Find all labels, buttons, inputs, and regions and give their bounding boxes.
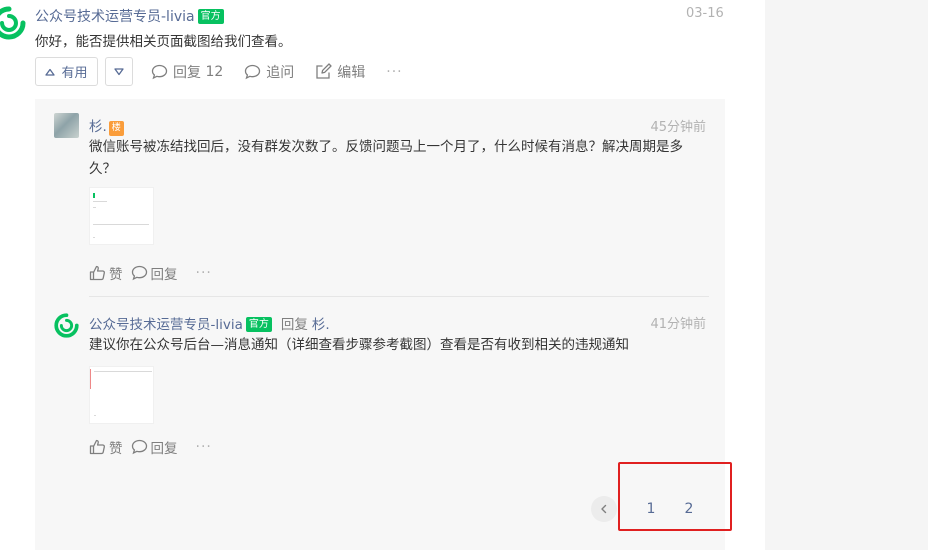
reply-to-user[interactable]: 杉.	[312, 317, 330, 333]
thumbs-up-icon	[89, 265, 105, 281]
follow-up-button[interactable]: 追问	[244, 62, 294, 82]
wechat-logo-icon[interactable]	[0, 6, 26, 40]
not-useful-button[interactable]	[105, 57, 133, 86]
floor-owner-badge: 楼	[108, 121, 124, 136]
user-avatar[interactable]	[54, 113, 79, 138]
more-options-button[interactable]: ···	[196, 265, 212, 281]
reply-button[interactable]: 回复 12	[151, 62, 223, 82]
main-author-name[interactable]: 公众号技术运营专员-livia 官方	[35, 6, 224, 26]
screenshot-thumbnail[interactable]	[89, 187, 154, 245]
reply-text: 微信账号被冻结找回后，没有群发次数了。反馈问题马上一个月了，什么时候有消息？解决…	[89, 139, 683, 177]
reply-author-name[interactable]: 杉. 楼	[89, 115, 124, 136]
triangle-down-icon	[114, 67, 124, 75]
like-button[interactable]: 赞	[89, 437, 123, 457]
edit-icon	[316, 63, 332, 79]
main-comment-time: 03-16	[686, 6, 724, 21]
useful-button[interactable]: 有用	[35, 57, 98, 86]
page-2-link[interactable]: 2	[670, 501, 708, 517]
useful-label: 有用	[61, 66, 88, 81]
like-label: 赞	[109, 441, 123, 457]
main-comment-actions: 有用 回复 12 追问 编辑 ···	[35, 57, 403, 86]
reply-to-label: 回复	[280, 317, 308, 333]
like-button[interactable]: 赞	[89, 263, 123, 283]
edit-button[interactable]: 编辑	[315, 62, 365, 82]
reply-time: 45分钟前	[650, 120, 706, 135]
pagination: 1 2	[591, 496, 708, 522]
comment-bubble-icon	[245, 64, 261, 79]
reply-count: 12	[205, 63, 224, 80]
right-side-panel	[765, 0, 928, 550]
reply-label: 回复	[150, 267, 178, 283]
official-badge: 官方	[197, 9, 224, 24]
like-label: 赞	[109, 267, 123, 283]
page-1-link[interactable]: 1	[632, 501, 670, 517]
comment-bubble-icon	[131, 439, 147, 455]
reply-label: 回复	[173, 64, 201, 81]
triangle-up-icon	[45, 68, 56, 76]
comment-bubble-icon	[151, 64, 168, 79]
reply-time: 41分钟前	[650, 317, 706, 332]
more-options-button[interactable]: ···	[386, 64, 402, 80]
reply-actions: 赞 回复 ···	[89, 263, 212, 283]
reply-divider	[89, 296, 709, 297]
reply-author-name[interactable]: 公众号技术运营专员-livia 官方 回复 杉.	[89, 313, 330, 333]
thumbs-up-icon	[89, 439, 105, 455]
reply-label: 回复	[150, 441, 178, 457]
reply-button[interactable]: 回复	[131, 437, 178, 457]
screenshot-thumbnail[interactable]	[89, 366, 154, 424]
main-comment-text: 你好，能否提供相关页面截图给我们查看。	[35, 34, 292, 50]
more-options-button[interactable]: ···	[196, 439, 212, 455]
wechat-logo-icon[interactable]	[54, 313, 79, 338]
reply-button[interactable]: 回复	[131, 263, 178, 283]
comment-bubble-icon	[131, 265, 147, 281]
reply-actions: 赞 回复 ···	[89, 437, 212, 457]
edit-label: 编辑	[337, 64, 366, 81]
chevron-left-icon[interactable]	[591, 496, 617, 522]
follow-up-label: 追问	[266, 64, 295, 81]
replies-panel: 杉. 楼 45分钟前 微信账号被冻结找回后，没有群发次数了。反馈问题马上一个月了，…	[35, 99, 725, 550]
official-badge: 官方	[245, 317, 272, 332]
reply-text: 建议你在公众号后台—消息通知（详细查看步骤参考截图）查看是否有收到相关的违规通知	[89, 337, 629, 353]
